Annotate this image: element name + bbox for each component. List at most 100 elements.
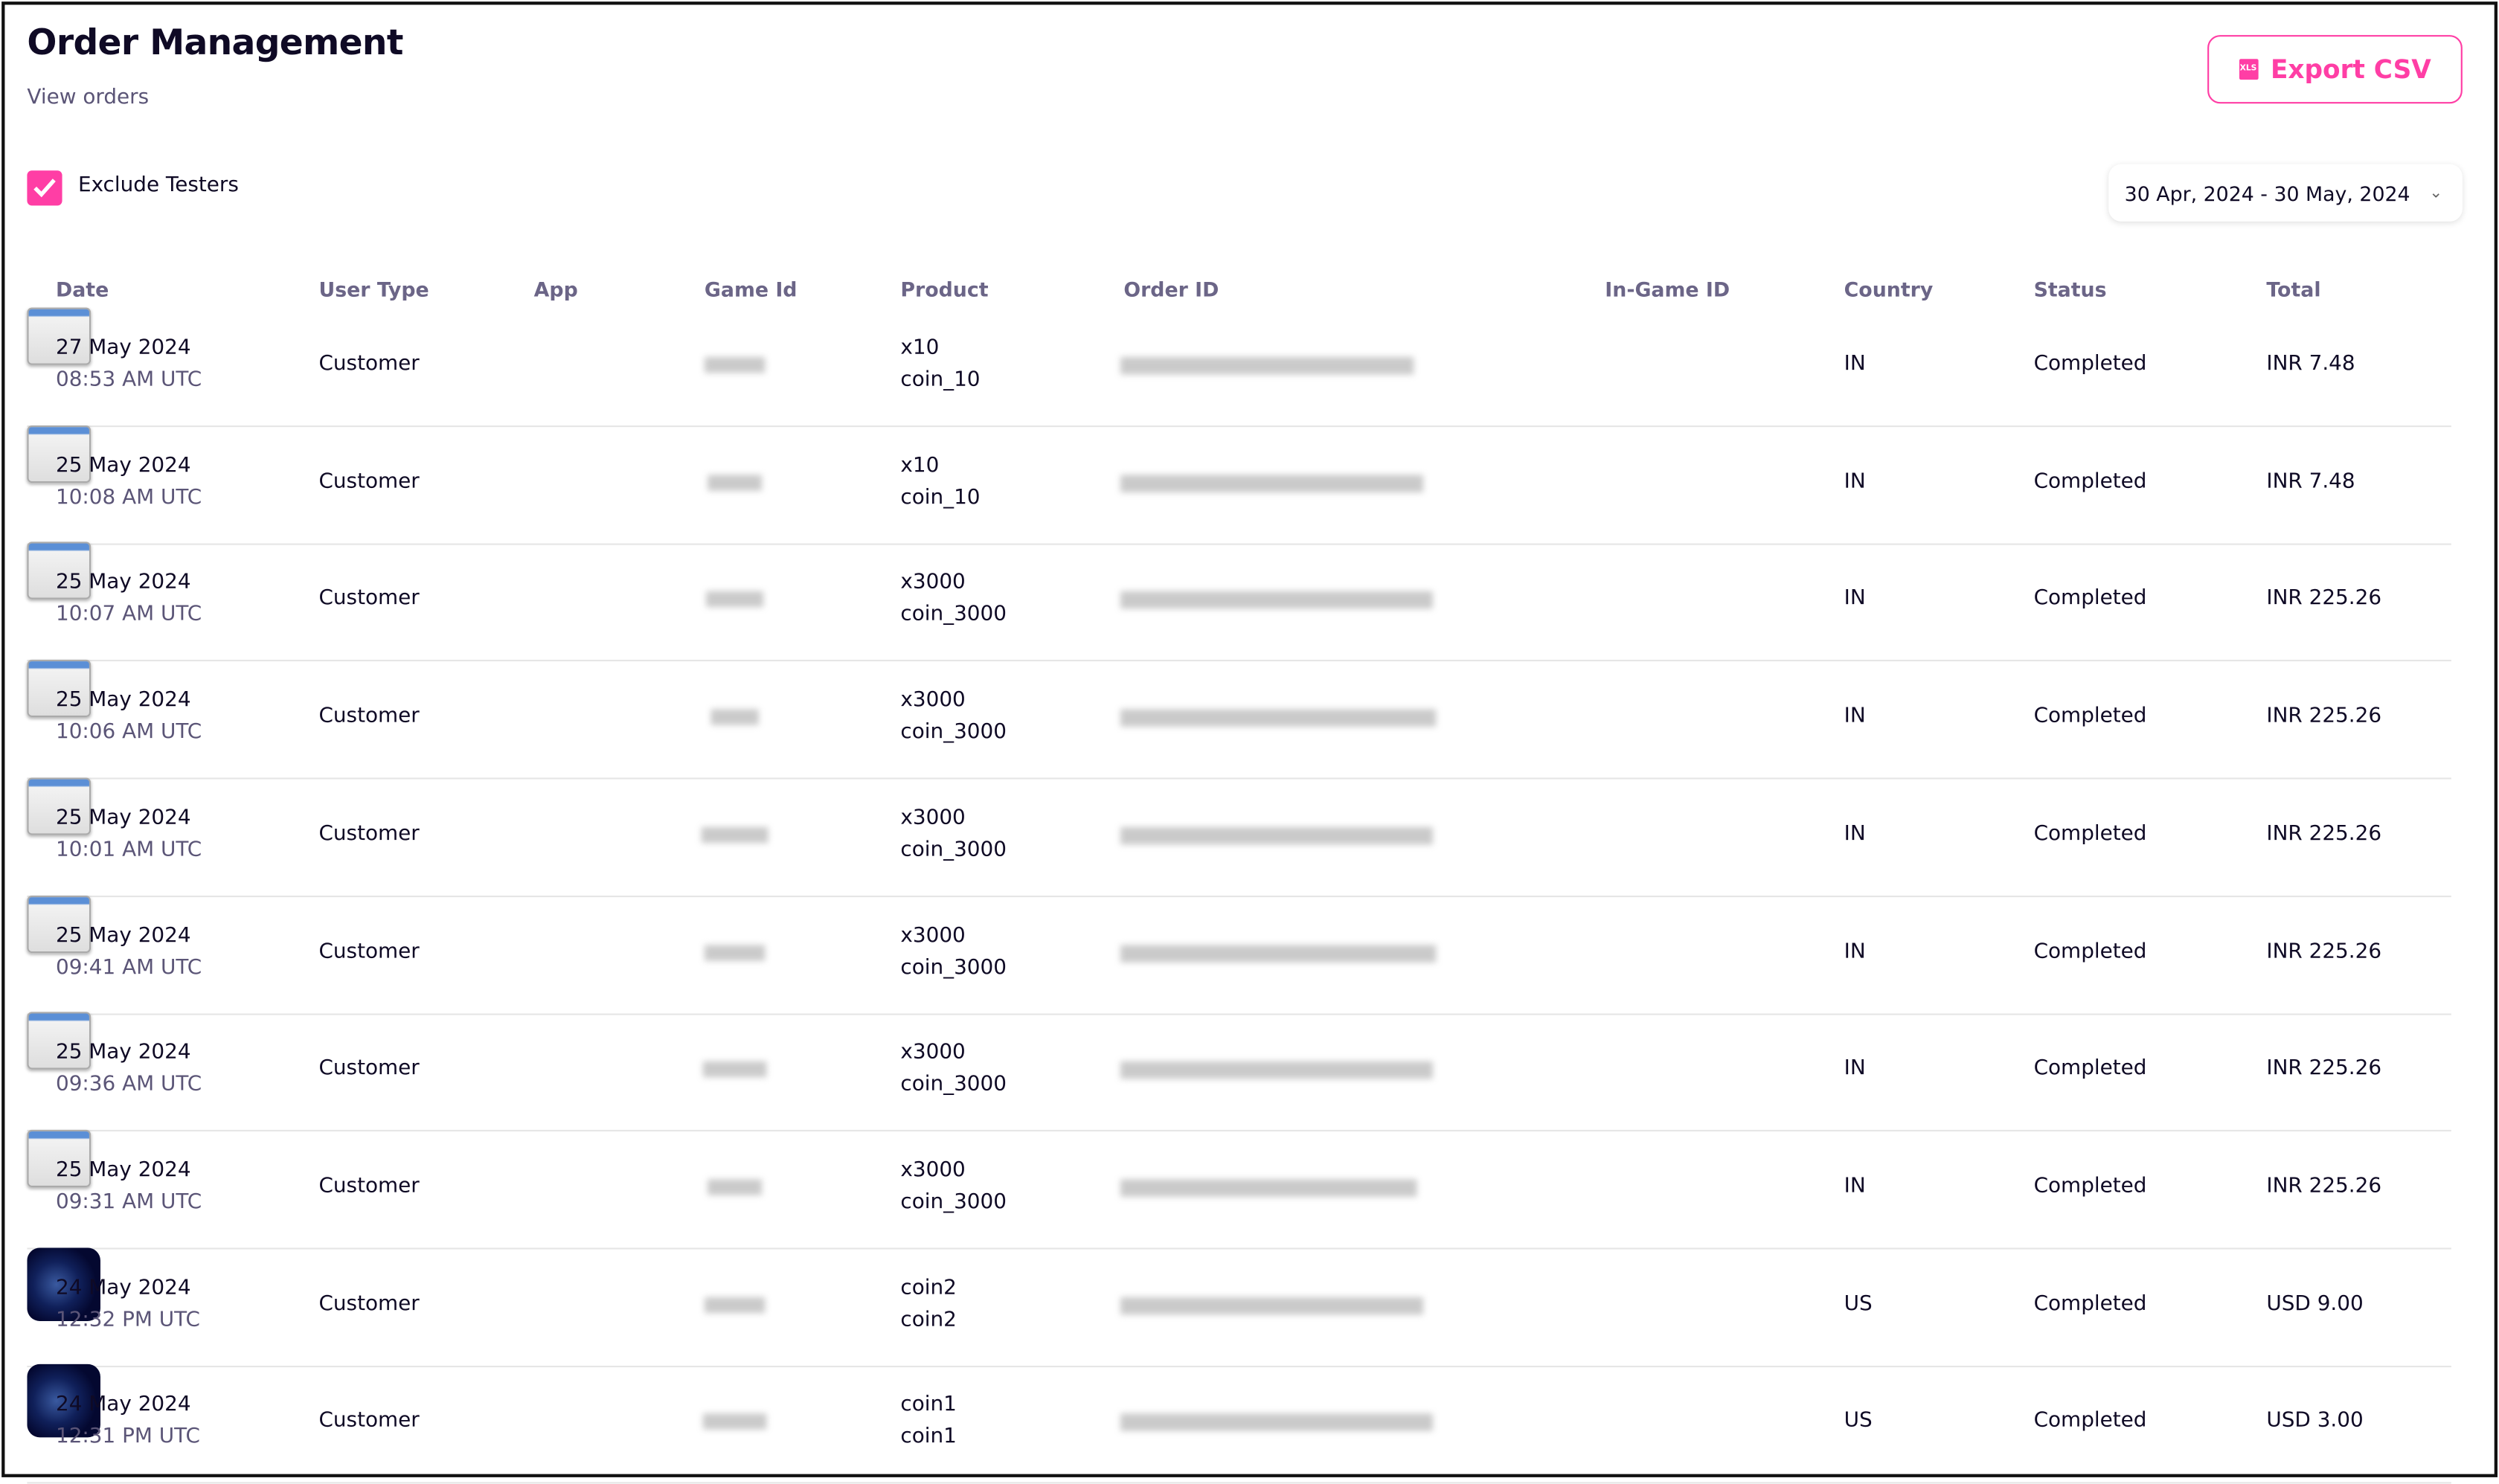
export-csv-label: Export CSV <box>2270 54 2431 85</box>
game-id-redacted <box>701 826 769 843</box>
order-time: 08:53 AM UTC <box>55 367 202 393</box>
table-row[interactable]: 25 May 2024 09:36 AM UTC Customer x3000 … <box>27 1012 2451 1132</box>
product-sku: coin_3000 <box>900 838 1007 862</box>
user-type: Customer <box>318 587 420 611</box>
order-date: 24 May 2024 <box>55 1393 191 1418</box>
user-type: Customer <box>318 704 420 729</box>
page: Order Management View orders XLS Export … <box>0 0 2499 1484</box>
total: INR 225.26 <box>2266 939 2382 964</box>
table-row[interactable]: 25 May 2024 09:41 AM UTC Customer x3000 … <box>27 894 2451 1015</box>
order-id-redacted <box>1120 944 1437 962</box>
order-time: 09:31 AM UTC <box>55 1190 202 1215</box>
status: Completed <box>2033 704 2147 729</box>
product-sku: coin1 <box>900 1424 957 1449</box>
product-sku: coin_3000 <box>900 720 1007 745</box>
game-id-redacted <box>704 1296 766 1313</box>
column-header[interactable]: Status <box>2034 277 2107 301</box>
status: Completed <box>2033 1291 2147 1316</box>
product-quantity: coin1 <box>900 1393 957 1418</box>
order-date: 25 May 2024 <box>55 923 191 948</box>
column-header[interactable]: User Type <box>318 277 429 301</box>
order-time: 12:32 PM UTC <box>55 1307 200 1332</box>
order-date: 27 May 2024 <box>55 336 191 361</box>
order-time: 09:36 AM UTC <box>55 1073 202 1097</box>
table-row[interactable]: 25 May 2024 10:06 AM UTC Customer x3000 … <box>27 660 2451 780</box>
total: INR 225.26 <box>2266 1056 2382 1081</box>
product-quantity: x3000 <box>900 923 966 948</box>
column-header[interactable]: App <box>534 277 578 301</box>
table-row[interactable]: 27 May 2024 08:53 AM UTC Customer x10 co… <box>27 307 2451 428</box>
user-type: Customer <box>318 1056 420 1081</box>
total: USD 3.00 <box>2266 1409 2364 1433</box>
order-date: 25 May 2024 <box>55 1041 191 1065</box>
order-id-redacted <box>1120 356 1414 375</box>
exclude-testers-label[interactable]: Exclude Testers <box>78 174 239 198</box>
table-row[interactable]: 24 May 2024 12:31 PM UTC Customer coin1 … <box>27 1364 2451 1484</box>
game-id-redacted <box>704 944 766 960</box>
column-header[interactable]: Product <box>900 277 988 301</box>
product-sku: coin_3000 <box>900 1073 1007 1097</box>
game-id-redacted <box>706 591 764 608</box>
product-quantity: x10 <box>900 453 940 478</box>
total: INR 225.26 <box>2266 587 2382 611</box>
total: INR 225.26 <box>2266 821 2382 847</box>
order-time: 10:06 AM UTC <box>55 720 202 745</box>
table-row[interactable]: 24 May 2024 12:32 PM UTC Customer coin2 … <box>27 1247 2451 1367</box>
country: IN <box>1844 939 1866 964</box>
table-row[interactable]: 25 May 2024 10:07 AM UTC Customer x3000 … <box>27 542 2451 662</box>
game-id-redacted <box>702 1413 767 1430</box>
order-time: 12:31 PM UTC <box>55 1424 200 1449</box>
game-id-redacted <box>708 1179 763 1195</box>
total: INR 7.48 <box>2266 352 2355 376</box>
country: IN <box>1844 704 1866 729</box>
table-row[interactable]: 25 May 2024 10:01 AM UTC Customer x3000 … <box>27 777 2451 897</box>
status: Completed <box>2033 939 2147 964</box>
user-type: Customer <box>318 1291 420 1316</box>
order-time: 10:07 AM UTC <box>55 603 202 627</box>
date-range-value: 30 Apr, 2024 - 30 May, 2024 <box>2124 181 2410 205</box>
product-quantity: x3000 <box>900 1158 966 1183</box>
total: INR 225.26 <box>2266 1174 2382 1198</box>
order-id-redacted <box>1120 474 1424 492</box>
column-header[interactable]: Country <box>1844 277 1934 301</box>
country: IN <box>1844 587 1866 611</box>
page-title: Order Management <box>27 24 403 64</box>
column-header[interactable]: In-Game ID <box>1605 277 1730 301</box>
status: Completed <box>2033 587 2147 611</box>
product-sku: coin_10 <box>900 367 981 393</box>
column-header[interactable]: Order ID <box>1123 277 1219 301</box>
country: IN <box>1844 1174 1866 1198</box>
country: IN <box>1844 352 1866 376</box>
table-row[interactable]: 25 May 2024 10:08 AM UTC Customer x10 co… <box>27 425 2451 545</box>
status: Completed <box>2033 352 2147 376</box>
order-date: 25 May 2024 <box>55 1158 191 1183</box>
export-csv-button[interactable]: XLS Export CSV <box>2207 35 2463 104</box>
order-date: 25 May 2024 <box>55 453 191 478</box>
product-quantity: coin2 <box>900 1276 957 1300</box>
page-subtitle: View orders <box>27 86 150 110</box>
status: Completed <box>2033 821 2147 847</box>
order-time: 09:41 AM UTC <box>55 955 202 980</box>
order-id-redacted <box>1120 1413 1433 1432</box>
country: IN <box>1844 821 1866 847</box>
order-time: 10:08 AM UTC <box>55 485 202 510</box>
total: INR 7.48 <box>2266 469 2355 494</box>
column-header[interactable]: Total <box>2266 277 2320 301</box>
product-quantity: x3000 <box>900 571 966 595</box>
user-type: Customer <box>318 469 420 494</box>
date-range-picker[interactable]: 30 Apr, 2024 - 30 May, 2024 ⌄ <box>2108 164 2463 222</box>
order-date: 24 May 2024 <box>55 1276 191 1300</box>
order-id-redacted <box>1120 591 1433 610</box>
order-id-redacted <box>1120 1296 1424 1314</box>
exclude-testers-checkbox[interactable] <box>27 170 62 206</box>
user-type: Customer <box>318 821 420 847</box>
xls-file-icon: XLS <box>2239 59 2258 80</box>
game-id-redacted <box>710 709 759 725</box>
status: Completed <box>2033 1409 2147 1433</box>
product-sku: coin_3000 <box>900 603 1007 627</box>
total: INR 225.26 <box>2266 704 2382 729</box>
table-row[interactable]: 25 May 2024 09:31 AM UTC Customer x3000 … <box>27 1129 2451 1250</box>
column-header[interactable]: Date <box>56 277 109 301</box>
column-header[interactable]: Game Id <box>705 277 798 301</box>
country: US <box>1844 1409 1873 1433</box>
